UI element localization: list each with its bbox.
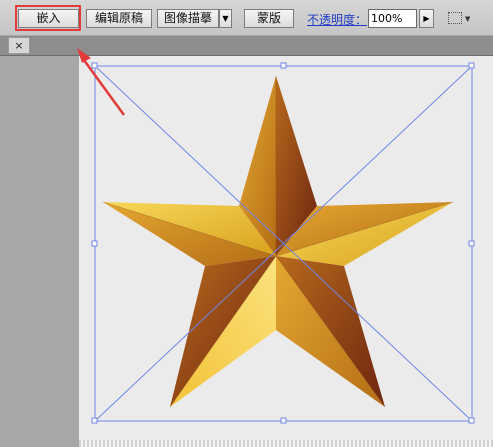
- handle-bottom-center[interactable]: [280, 417, 287, 424]
- artwork-layer: [77, 48, 475, 424]
- handle-middle-left[interactable]: [91, 240, 98, 247]
- handle-bottom-left[interactable]: [91, 417, 98, 424]
- handle-middle-right[interactable]: [468, 240, 475, 247]
- handle-bottom-right[interactable]: [468, 417, 475, 424]
- handle-top-right[interactable]: [468, 62, 475, 69]
- handle-top-left[interactable]: [91, 62, 98, 69]
- annotation-arrow-icon: [77, 48, 126, 116]
- handle-top-center[interactable]: [280, 62, 287, 69]
- star-image[interactable]: [102, 76, 454, 408]
